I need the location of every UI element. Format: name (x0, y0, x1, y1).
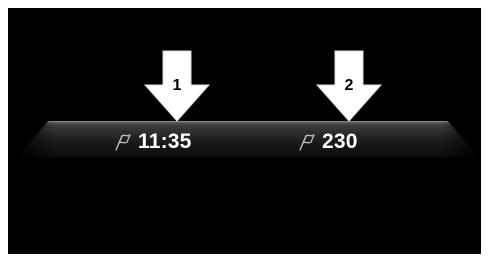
callout-number: 1 (172, 77, 182, 94)
destination-flag-icon (115, 134, 131, 151)
callout-1: 1 (141, 50, 213, 123)
arrival-time-readout: 11:35 (113, 129, 192, 155)
callout-number: 2 (344, 77, 354, 94)
status-bar-background (18, 121, 478, 157)
distance-readout: 230 (297, 129, 358, 155)
status-bar (18, 121, 478, 157)
arrival-time-value: 11:35 (138, 130, 192, 153)
distance-value: 230 (322, 130, 358, 153)
destination-flag-icon (299, 134, 315, 151)
display-screen: 11:35 230 1 2 (8, 8, 481, 254)
callout-2: 2 (313, 50, 385, 123)
